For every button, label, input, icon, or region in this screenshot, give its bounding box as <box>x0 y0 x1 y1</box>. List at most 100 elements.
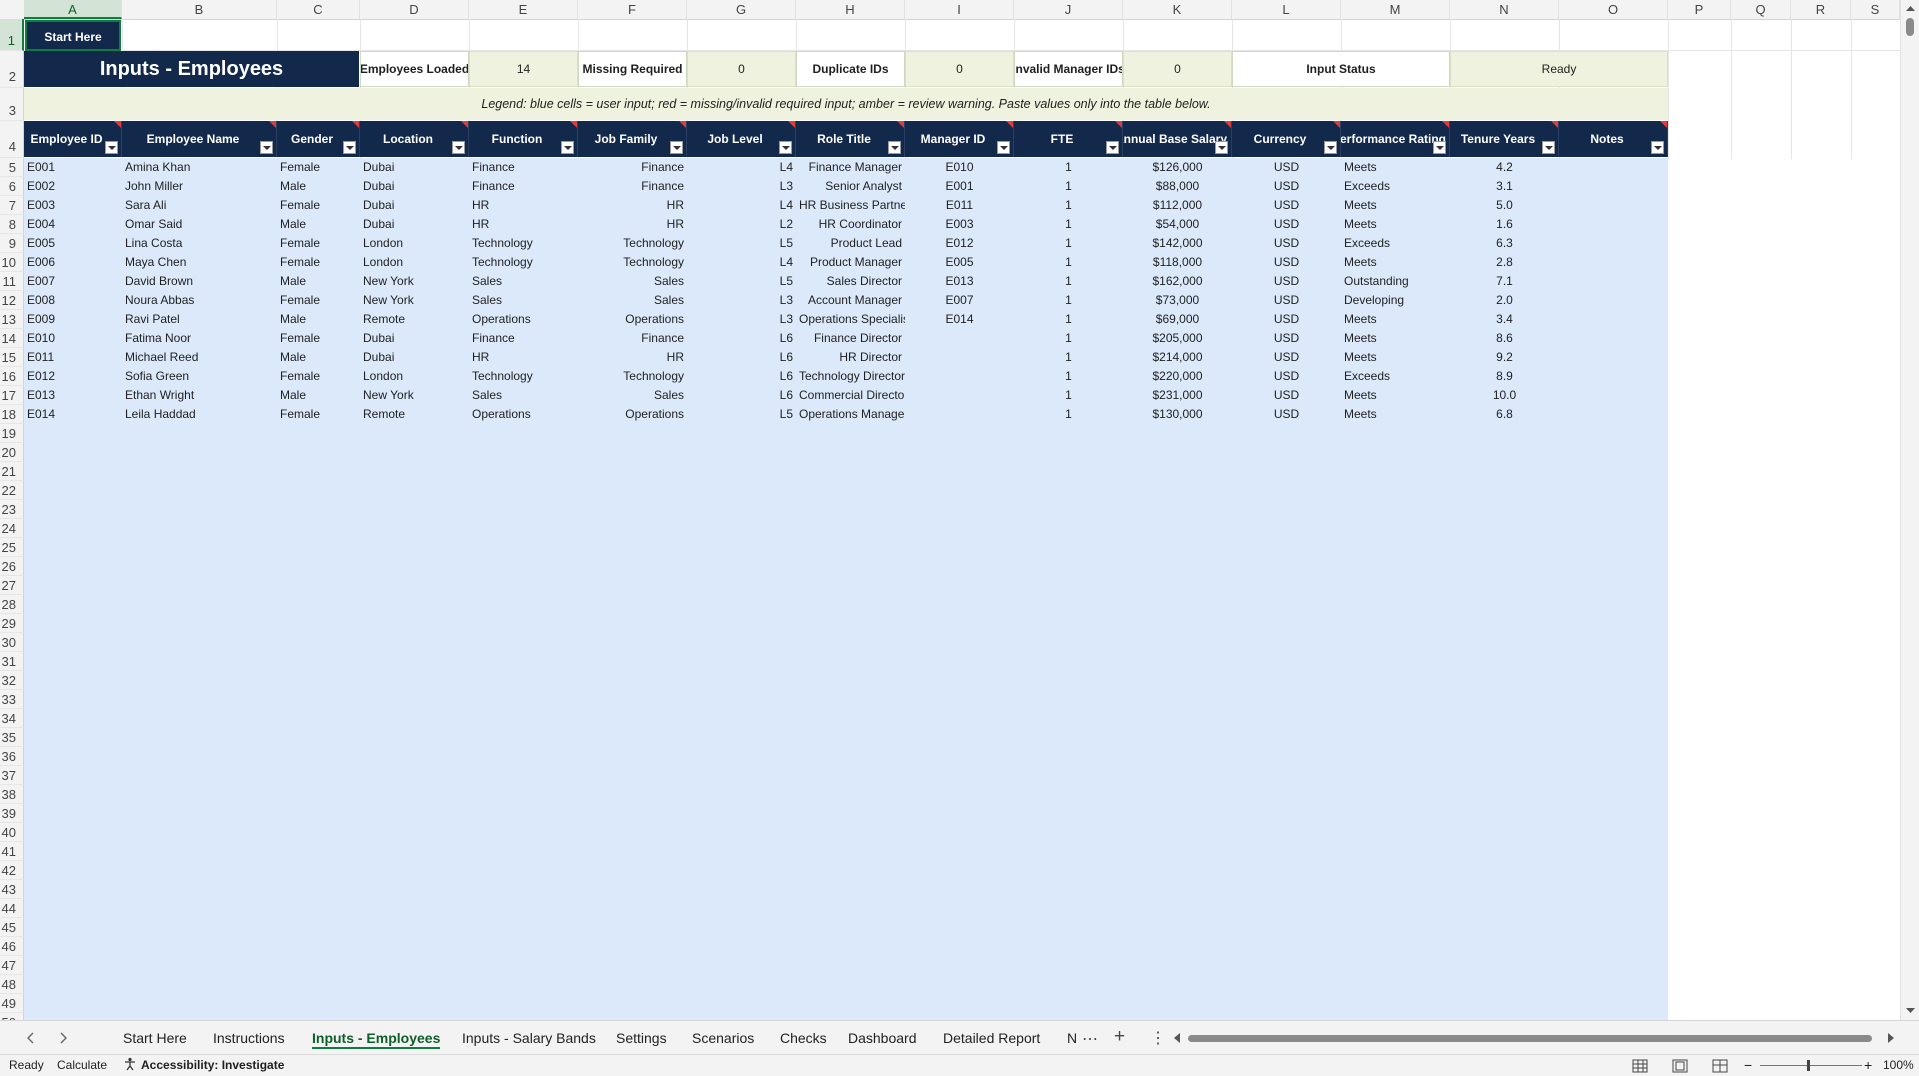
cell-j6[interactable]: 1 <box>1014 177 1123 196</box>
cell-l18[interactable]: USD <box>1232 405 1341 424</box>
sheet-tab-5[interactable]: Scenarios <box>680 1021 766 1055</box>
cell-c11[interactable]: Male <box>277 272 360 291</box>
row-header-26[interactable]: 26 <box>0 557 24 576</box>
cell-j5[interactable]: 1 <box>1014 158 1123 177</box>
cell-c14[interactable]: Female <box>277 329 360 348</box>
cell-e10[interactable]: Technology <box>469 253 578 272</box>
row-header-1[interactable]: 1 <box>0 19 24 51</box>
cell-i9[interactable]: E012 <box>905 234 1014 253</box>
sheet-tab-8[interactable]: Detailed Report <box>931 1021 1052 1055</box>
cell-f14[interactable]: Finance <box>578 329 687 348</box>
cell-j14[interactable]: 1 <box>1014 329 1123 348</box>
cell-m5[interactable]: Meets <box>1341 158 1450 177</box>
cell-d10[interactable]: London <box>360 253 469 272</box>
cell-c6[interactable]: Male <box>277 177 360 196</box>
cell-f16[interactable]: Technology <box>578 367 687 386</box>
column-header-e[interactable]: E <box>469 0 578 19</box>
cell-b5[interactable]: Amina Khan <box>122 158 277 177</box>
column-header-n[interactable]: N <box>1450 0 1559 19</box>
cell-j13[interactable]: 1 <box>1014 310 1123 329</box>
filter-dropdown-icon[interactable] <box>105 141 118 154</box>
cell-a15[interactable]: E011 <box>24 348 122 367</box>
cell-k17[interactable]: $231,000 <box>1123 386 1232 405</box>
cell-a8[interactable]: E004 <box>24 215 122 234</box>
cell-f12[interactable]: Sales <box>578 291 687 310</box>
row-header-14[interactable]: 14 <box>0 329 24 348</box>
filter-dropdown-icon[interactable] <box>779 141 792 154</box>
cell-b17[interactable]: Ethan Wright <box>122 386 277 405</box>
cell-c5[interactable]: Female <box>277 158 360 177</box>
cell-l9[interactable]: USD <box>1232 234 1341 253</box>
column-header-r[interactable]: R <box>1791 0 1851 19</box>
cell-f7[interactable]: HR <box>578 196 687 215</box>
cell-f8[interactable]: HR <box>578 215 687 234</box>
row-header-22[interactable]: 22 <box>0 481 24 500</box>
cell-l7[interactable]: USD <box>1232 196 1341 215</box>
cell-n15[interactable]: 9.2 <box>1450 348 1559 367</box>
sheet-tab-1[interactable]: Instructions <box>201 1021 297 1055</box>
cell-i7[interactable]: E011 <box>905 196 1014 215</box>
sheet-tab-2[interactable]: Inputs - Employees <box>300 1021 452 1055</box>
cell-k9[interactable]: $142,000 <box>1123 234 1232 253</box>
cell-j16[interactable]: 1 <box>1014 367 1123 386</box>
row-header-36[interactable]: 36 <box>0 747 24 766</box>
row-header-46[interactable]: 46 <box>0 937 24 956</box>
cell-d17[interactable]: New York <box>360 386 469 405</box>
row-header-21[interactable]: 21 <box>0 462 24 481</box>
column-header-f[interactable]: F <box>578 0 687 19</box>
cell-g10[interactable]: L4 <box>687 253 796 272</box>
column-title-9[interactable]: FTE <box>1014 121 1123 157</box>
cell-f18[interactable]: Operations <box>578 405 687 424</box>
column-title-1[interactable]: Employee Name <box>122 121 277 157</box>
cell-n14[interactable]: 8.6 <box>1450 329 1559 348</box>
column-header-j[interactable]: J <box>1014 0 1123 19</box>
cell-d18[interactable]: Remote <box>360 405 469 424</box>
row-header-44[interactable]: 44 <box>0 899 24 918</box>
tab-options-icon[interactable]: ⋮ <box>1150 1028 1166 1048</box>
cell-d16[interactable]: London <box>360 367 469 386</box>
tab-scroll-right-icon[interactable] <box>55 1030 71 1046</box>
row-header-27[interactable]: 27 <box>0 576 24 595</box>
cell-k7[interactable]: $112,000 <box>1123 196 1232 215</box>
cell-l6[interactable]: USD <box>1232 177 1341 196</box>
column-title-4[interactable]: Function <box>469 121 578 157</box>
sheet-tab-4[interactable]: Settings <box>604 1021 679 1055</box>
start-here-button[interactable]: Start Here <box>25 20 121 51</box>
cell-a11[interactable]: E007 <box>24 272 122 291</box>
sheet-tab-7[interactable]: Dashboard <box>836 1021 929 1055</box>
zoom-slider[interactable] <box>1760 1065 1862 1066</box>
zoom-level[interactable]: 100% <box>1883 1055 1914 1076</box>
kpi-value-2[interactable]: 0 <box>905 51 1014 87</box>
cell-d8[interactable]: Dubai <box>360 215 469 234</box>
cell-b14[interactable]: Fatima Noor <box>122 329 277 348</box>
cell-h18[interactable]: Operations Manager <box>796 405 905 424</box>
cell-n13[interactable]: 3.4 <box>1450 310 1559 329</box>
cell-m12[interactable]: Developing <box>1341 291 1450 310</box>
column-header-o[interactable]: O <box>1559 0 1668 19</box>
row-header-19[interactable]: 19 <box>0 424 24 443</box>
row-header-5[interactable]: 5 <box>0 158 24 177</box>
cell-d7[interactable]: Dubai <box>360 196 469 215</box>
cell-g7[interactable]: L4 <box>687 196 796 215</box>
cell-a9[interactable]: E005 <box>24 234 122 253</box>
cell-k14[interactable]: $205,000 <box>1123 329 1232 348</box>
cell-h7[interactable]: HR Business Partner <box>796 196 905 215</box>
cell-c8[interactable]: Male <box>277 215 360 234</box>
cell-g11[interactable]: L5 <box>687 272 796 291</box>
column-header-m[interactable]: M <box>1341 0 1450 19</box>
cell-d15[interactable]: Dubai <box>360 348 469 367</box>
cell-i10[interactable]: E005 <box>905 253 1014 272</box>
cell-e6[interactable]: Finance <box>469 177 578 196</box>
cell-m16[interactable]: Exceeds <box>1341 367 1450 386</box>
sheet-tab-3[interactable]: Inputs - Salary Bands <box>450 1021 608 1055</box>
cell-g12[interactable]: L3 <box>687 291 796 310</box>
cell-j18[interactable]: 1 <box>1014 405 1123 424</box>
filter-dropdown-icon[interactable] <box>1215 141 1228 154</box>
accessibility-icon[interactable] <box>123 1055 137 1076</box>
cell-a18[interactable]: E014 <box>24 405 122 424</box>
cell-m13[interactable]: Meets <box>1341 310 1450 329</box>
filter-dropdown-icon[interactable] <box>343 141 356 154</box>
cell-h15[interactable]: HR Director <box>796 348 905 367</box>
column-title-14[interactable]: Notes <box>1559 121 1668 157</box>
cell-h12[interactable]: Account Manager <box>796 291 905 310</box>
